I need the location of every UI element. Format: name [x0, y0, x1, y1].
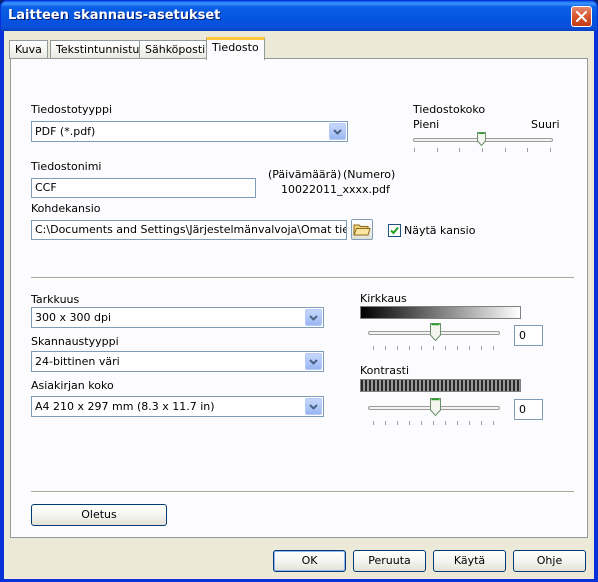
file-name-value: CCF [35, 181, 57, 194]
contrast-label: Kontrasti [360, 364, 410, 377]
file-type-select[interactable]: PDF (*.pdf) [31, 121, 348, 142]
file-size-ticks [413, 148, 553, 153]
brightness-gradient-bar [360, 306, 521, 319]
tab-sahkoposti[interactable]: Sähköposti [139, 40, 212, 59]
document-size-value: A4 210 x 297 mm (8.3 x 11.7 in) [35, 400, 215, 413]
section-divider [31, 277, 574, 279]
default-settings-button[interactable]: Oletus [31, 504, 167, 526]
example-file-name: 10022011_xxxx.pdf [281, 183, 390, 196]
dropdown-button[interactable] [329, 123, 346, 140]
help-button[interactable]: Ohje [513, 550, 586, 572]
resolution-select[interactable]: 300 x 300 dpi [31, 307, 324, 328]
chevron-down-icon [309, 404, 318, 410]
contrast-slider-thumb[interactable] [430, 398, 441, 416]
file-name-input[interactable]: CCF [31, 178, 256, 198]
file-type-label: Tiedostotyyppi [31, 103, 113, 116]
tab-panel-tiedosto: Tiedostotyyppi PDF (*.pdf) Tiedostokoko … [10, 58, 588, 538]
section-divider-bottom [31, 491, 574, 493]
dialog-window: Laitteen skannaus-asetukset Kuva Tekstin… [0, 0, 598, 582]
close-button[interactable] [571, 6, 592, 27]
file-size-slider-thumb[interactable] [477, 132, 486, 146]
chevron-down-icon [309, 315, 318, 321]
contrast-ticks [373, 421, 503, 426]
button-label: Ohje [536, 554, 563, 567]
ok-button[interactable]: OK [273, 550, 346, 572]
file-type-value: PDF (*.pdf) [35, 125, 96, 138]
tab-label: Kuva [15, 43, 42, 56]
dialog-client-area: Kuva Tekstintunnistus Sähköposti Tiedost… [4, 31, 594, 579]
brightness-label: Kirkkaus [360, 292, 407, 305]
file-size-label: Tiedostokoko [413, 103, 486, 116]
show-folder-label: Näytä kansio [404, 224, 476, 237]
folder-icon [353, 224, 371, 236]
close-icon [576, 11, 587, 22]
chevron-down-icon [333, 129, 342, 135]
destination-folder-input[interactable]: C:\Documents and Settings\Järjestelmänva… [31, 220, 347, 240]
brightness-value-input[interactable]: 0 [514, 325, 543, 346]
destination-folder-value: C:\Documents and Settings\Järjestelmänva… [35, 223, 346, 236]
chevron-down-icon [309, 359, 318, 365]
tab-tekstintunnistus[interactable]: Tekstintunnistus [50, 40, 152, 59]
tab-label: Tiedosto [212, 41, 259, 54]
tab-label: Tekstintunnistus [56, 43, 146, 56]
date-hint: (Päivämäärä) [268, 168, 342, 181]
document-size-select[interactable]: A4 210 x 297 mm (8.3 x 11.7 in) [31, 396, 324, 417]
resolution-value: 300 x 300 dpi [35, 311, 112, 324]
brightness-slider-thumb[interactable] [430, 323, 441, 341]
file-size-small-label: Pieni [413, 118, 440, 131]
window-title: Laitteen skannaus-asetukset [8, 8, 221, 23]
scan-type-value: 24-bittinen väri [35, 355, 120, 368]
tab-tiedosto[interactable]: Tiedosto [206, 37, 265, 60]
file-size-large-label: Suuri [531, 118, 560, 131]
contrast-value: 0 [519, 403, 526, 416]
resolution-label: Tarkkuus [31, 293, 80, 306]
scan-type-label: Skannaustyyppi [31, 335, 119, 348]
button-label: Peruuta [368, 554, 411, 567]
dropdown-button[interactable] [305, 353, 322, 370]
contrast-value-input[interactable]: 0 [514, 399, 543, 420]
tab-label: Sähköposti [145, 43, 206, 56]
number-hint: (Numero) [343, 168, 396, 181]
button-label: Käytä [453, 554, 486, 567]
checkmark-icon [390, 226, 399, 235]
brightness-value: 0 [519, 329, 526, 342]
title-bar[interactable]: Laitteen skannaus-asetukset [1, 1, 597, 31]
brightness-ticks [373, 346, 503, 351]
tab-kuva[interactable]: Kuva [9, 40, 48, 59]
file-name-label: Tiedostonimi [31, 160, 102, 173]
document-size-label: Asiakirjan koko [31, 379, 114, 392]
browse-folder-button[interactable] [351, 219, 373, 240]
scan-type-select[interactable]: 24-bittinen väri [31, 351, 324, 372]
apply-button[interactable]: Käytä [433, 550, 506, 572]
cancel-button[interactable]: Peruuta [353, 550, 426, 572]
contrast-pattern-bar [360, 379, 521, 392]
show-folder-checkbox[interactable] [388, 224, 401, 237]
button-label: Oletus [81, 508, 117, 521]
button-label: OK [301, 554, 318, 567]
destination-folder-label: Kohdekansio [31, 202, 101, 215]
dropdown-button[interactable] [305, 398, 322, 415]
dropdown-button[interactable] [305, 309, 322, 326]
